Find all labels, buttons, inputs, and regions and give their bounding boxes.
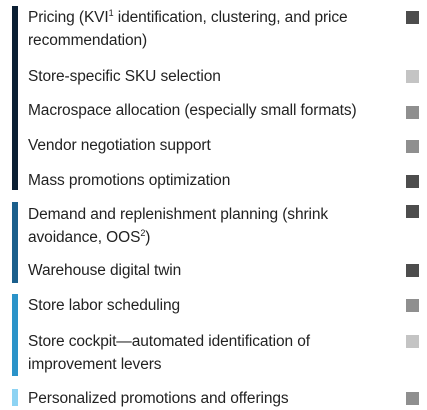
list-item-store-cockpit: Store cockpit—automated identification o…	[0, 330, 427, 376]
list-item-pricing: Pricing (KVI1 identification, clustering…	[0, 6, 427, 52]
impact-square	[406, 11, 419, 24]
list-item-label: Store labor scheduling	[28, 297, 181, 314]
impact-square	[406, 335, 419, 348]
list-item-label: Store-specific SKU selection	[28, 68, 221, 85]
list-item-label: Pricing (KVI1 identification, clustering…	[28, 8, 348, 50]
impact-square	[406, 299, 419, 312]
list-item-label: Macrospace allocation (especially small …	[28, 102, 357, 119]
list-item-vendor-negotiation: Vendor negotiation support	[0, 134, 427, 157]
list-item-label: Demand and replenishment planning (shrin…	[28, 206, 329, 246]
list-item-label: Vendor negotiation support	[28, 137, 211, 154]
list-item-sku-selection: Store-specific SKU selection	[0, 65, 427, 88]
impact-square	[406, 392, 419, 405]
list-item-demand-planning: Demand and replenishment planning (shrin…	[0, 203, 427, 249]
impact-square	[406, 205, 419, 218]
impact-square	[406, 264, 419, 277]
list-item-macrospace: Macrospace allocation (especially small …	[0, 99, 427, 122]
list-item-label: Store cockpit—automated identification o…	[28, 333, 310, 373]
list-item-label: Mass promotions optimization	[28, 172, 231, 189]
list-item-mass-promotions: Mass promotions optimization	[0, 169, 427, 192]
list-item-warehouse-twin: Warehouse digital twin	[0, 259, 427, 282]
list-item-label: Personalized promotions and offerings	[28, 390, 289, 407]
impact-square	[406, 106, 419, 119]
list-item-label: Warehouse digital twin	[28, 262, 182, 279]
impact-square	[406, 175, 419, 188]
impact-square	[406, 140, 419, 153]
list-item-labor-scheduling: Store labor scheduling	[0, 294, 427, 317]
impact-square	[406, 70, 419, 83]
list-item-personalized-promotions: Personalized promotions and offerings	[0, 387, 427, 410]
